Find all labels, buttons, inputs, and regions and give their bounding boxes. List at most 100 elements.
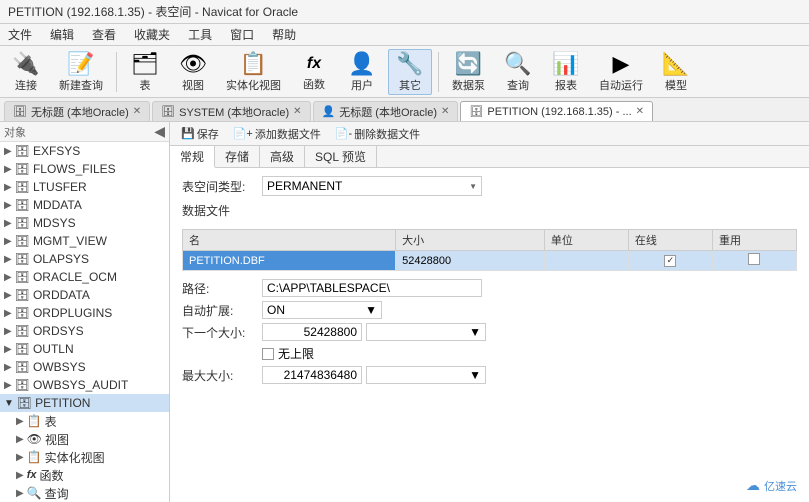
form-tabs: 常规 存储 高级 SQL 预览 — [170, 146, 809, 168]
content-area: 💾 保存 📄+ 添加数据文件 📄- 删除数据文件 常规 存储 高级 SQL 预览… — [170, 122, 809, 502]
tab-2-close[interactable]: ✕ — [293, 106, 301, 117]
max-size-input[interactable] — [262, 366, 362, 384]
db-icon-owbsys-audit: 🗄 — [15, 378, 30, 392]
bottom-fields: 路径: 自动扩展: ON ▼ 下一个大小: — [182, 279, 797, 384]
tab-3[interactable]: 👤 无标题 (本地Oracle) ✕ — [313, 101, 459, 121]
sidebar-item-func[interactable]: ▶ fx 函数 — [0, 466, 169, 484]
expand-icon-table: ▶ — [16, 416, 24, 427]
save-button[interactable]: 💾 保存 — [176, 125, 224, 143]
sidebar-item-olapsys[interactable]: ▶ 🗄 OLAPSYS — [0, 250, 169, 268]
tab-general[interactable]: 常规 — [170, 146, 215, 168]
sidebar-item-view[interactable]: ▶ 👁 视图 — [0, 430, 169, 448]
sidebar-collapse-btn[interactable]: ◀ — [154, 123, 165, 140]
toolbar-view[interactable]: 👁 视图 — [171, 49, 215, 95]
table-icon: 🗂 — [131, 51, 159, 77]
sidebar-item-ltusfer[interactable]: ▶ 🗄 LTUSFER — [0, 178, 169, 196]
toolbar-model[interactable]: 📐 模型 — [654, 49, 698, 95]
sidebar-item-owbsys[interactable]: ▶ 🗄 OWBSYS — [0, 358, 169, 376]
sidebar-item-mgmt[interactable]: ▶ 🗄 MGMT_VIEW — [0, 232, 169, 250]
toolbar-sep-1 — [116, 52, 117, 92]
sidebar-item-mddata[interactable]: ▶ 🗄 MDDATA — [0, 196, 169, 214]
save-icon: 💾 — [181, 127, 195, 140]
tab-4[interactable]: 🗄 PETITION (192.168.1.35) - ... ✕ — [460, 101, 653, 121]
toolbar-datapump[interactable]: 🔄 数据泵 — [445, 49, 492, 95]
sidebar-item-table[interactable]: ▶ 📋 表 — [0, 412, 169, 430]
toolbar-user[interactable]: 👤 用户 — [340, 49, 384, 95]
expand-icon-oracle-ocm: ▶ — [4, 272, 12, 283]
tab-1[interactable]: 🗄 无标题 (本地Oracle) ✕ — [4, 101, 150, 121]
remove-file-icon: 📄- — [335, 127, 352, 140]
toolbar-query[interactable]: 🔍 查询 — [496, 49, 540, 95]
toolbar-other[interactable]: 🔧 其它 — [388, 49, 432, 95]
view-icon: 👁 — [179, 51, 207, 77]
form-content: 表空间类型: PERMANENT ▼ 数据文件 名 大小 单位 在线 重用 — [170, 168, 809, 502]
toolbar-autorun[interactable]: ▶ 自动运行 — [592, 49, 650, 95]
sidebar-item-label-flows: FLOWS_FILES — [33, 162, 116, 176]
max-size-row: 最大大小: ▼ — [182, 366, 797, 384]
tab-4-label: PETITION (192.168.1.35) - ... — [487, 106, 631, 118]
sidebar-item-label-view: 视图 — [45, 431, 69, 448]
tab-sql-preview[interactable]: SQL 预览 — [305, 146, 377, 167]
toolbar-function[interactable]: fx 函数 — [292, 49, 336, 95]
path-input[interactable] — [262, 279, 482, 297]
next-size-input[interactable] — [262, 323, 362, 341]
add-file-button[interactable]: 📄+ 添加数据文件 — [228, 125, 326, 143]
max-size-unit-arrow: ▼ — [469, 368, 481, 382]
autoextend-row: 自动扩展: ON ▼ — [182, 301, 797, 319]
sidebar-item-ordsys[interactable]: ▶ 🗄 ORDSYS — [0, 322, 169, 340]
sidebar-item-exfsys[interactable]: ▶ 🗄 EXFSYS — [0, 142, 169, 160]
expand-icon-owbsys: ▶ — [4, 362, 12, 373]
toolbar-other-label: 其它 — [399, 77, 421, 93]
next-size-unit-select[interactable]: ▼ — [366, 323, 486, 341]
sidebar-item-label-exfsys: EXFSYS — [33, 144, 80, 158]
remove-file-button[interactable]: 📄- 删除数据文件 — [330, 125, 425, 143]
sidebar-item-flows[interactable]: ▶ 🗄 FLOWS_FILES — [0, 160, 169, 178]
sidebar-item-outln[interactable]: ▶ 🗄 OUTLN — [0, 340, 169, 358]
online-checkbox-1[interactable] — [664, 255, 676, 267]
datafile-online-1[interactable] — [628, 251, 712, 271]
datafile-row-1[interactable]: PETITION.DBF 52428800 — [183, 251, 797, 271]
tab-1-close[interactable]: ✕ — [133, 106, 141, 117]
sidebar-item-orddata[interactable]: ▶ 🗄 ORDDATA — [0, 286, 169, 304]
toolbar-table[interactable]: 🗂 表 — [123, 49, 167, 95]
tab-advanced[interactable]: 高级 — [260, 146, 305, 167]
tab-3-close[interactable]: ✕ — [441, 106, 449, 117]
tab-4-close[interactable]: ✕ — [636, 106, 644, 117]
main-layout: 对象 ◀ ▶ 🗄 EXFSYS ▶ 🗄 FLOWS_FILES ▶ 🗄 LTUS… — [0, 122, 809, 502]
reuse-checkbox-1[interactable] — [748, 253, 760, 265]
user-icon: 👤 — [348, 51, 376, 77]
tab-1-icon: 🗄 — [13, 105, 27, 118]
menu-window[interactable]: 窗口 — [226, 25, 258, 44]
toolbar-report-label: 报表 — [555, 77, 577, 93]
menu-tools[interactable]: 工具 — [184, 25, 216, 44]
query-tree-icon: 🔍 — [27, 486, 42, 500]
sidebar-item-matview[interactable]: ▶ 📋 实体化视图 — [0, 448, 169, 466]
title-bar: PETITION (192.168.1.35) - 表空间 - Navicat … — [0, 0, 809, 24]
sidebar-item-petition[interactable]: ▼ 🗄 PETITION — [0, 394, 169, 412]
sidebar-item-ordplugins[interactable]: ▶ 🗄 ORDPLUGINS — [0, 304, 169, 322]
tab-storage[interactable]: 存储 — [215, 146, 260, 167]
tab-2[interactable]: 🗄 SYSTEM (本地Oracle) ✕ — [152, 101, 310, 121]
max-size-unit-select[interactable]: ▼ — [366, 366, 486, 384]
toolbar-new-query[interactable]: 📝 新建查询 — [52, 49, 110, 95]
menu-help[interactable]: 帮助 — [268, 25, 300, 44]
toolbar-matview[interactable]: 📋 实体化视图 — [219, 49, 288, 95]
no-limit-checkbox[interactable] — [262, 348, 274, 360]
sidebar-item-query[interactable]: ▶ 🔍 查询 — [0, 484, 169, 502]
datafile-reuse-1[interactable] — [712, 251, 796, 271]
tablespace-type-value: PERMANENT — [267, 179, 342, 193]
menu-file[interactable]: 文件 — [4, 25, 36, 44]
sidebar-item-oracle-ocm[interactable]: ▶ 🗄 ORACLE_OCM — [0, 268, 169, 286]
menu-edit[interactable]: 编辑 — [46, 25, 78, 44]
menu-favorites[interactable]: 收藏夹 — [130, 25, 174, 44]
toolbar-report[interactable]: 📊 报表 — [544, 49, 588, 95]
toolbar-connect[interactable]: 🔌 连接 — [4, 49, 48, 95]
autoextend-select[interactable]: ON ▼ — [262, 301, 382, 319]
sidebar-item-mdsys[interactable]: ▶ 🗄 MDSYS — [0, 214, 169, 232]
tablespace-type-select[interactable]: PERMANENT ▼ — [262, 176, 482, 196]
menu-view[interactable]: 查看 — [88, 25, 120, 44]
datafile-unit-1 — [544, 251, 628, 271]
datafile-name-1[interactable]: PETITION.DBF — [183, 251, 396, 271]
tab-bar: 🗄 无标题 (本地Oracle) ✕ 🗄 SYSTEM (本地Oracle) ✕… — [0, 98, 809, 122]
sidebar-item-owbsys-audit[interactable]: ▶ 🗄 OWBSYS_AUDIT — [0, 376, 169, 394]
